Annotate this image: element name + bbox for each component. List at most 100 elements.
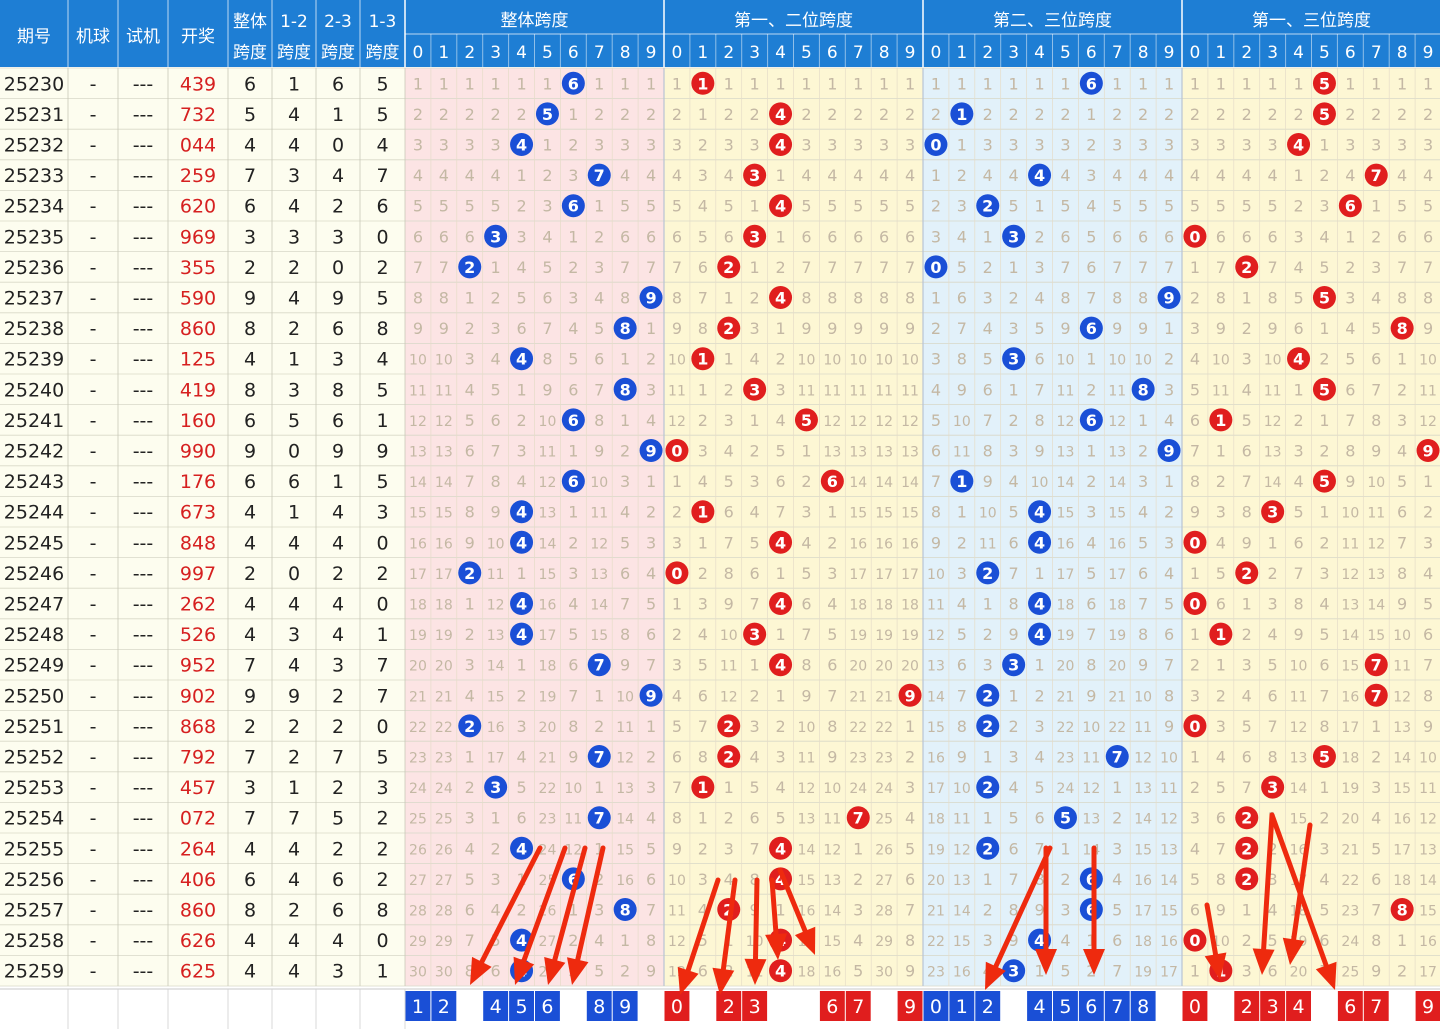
miss-count-overall: 3 [491, 319, 501, 338]
miss-count-overall: 16 [487, 720, 505, 736]
draw-number-cell: 264 [180, 838, 216, 860]
summary-digit-s13: 3 [1267, 996, 1279, 1018]
miss-count-overall: 15 [590, 628, 608, 644]
miss-count-s12: 23 [875, 751, 893, 767]
miss-count-s13: 4 [1216, 748, 1226, 767]
miss-count-s23: 6 [1086, 258, 1096, 277]
miss-count-s13: 4 [1242, 166, 1252, 185]
miss-count-s12: 1 [750, 258, 760, 277]
miss-count-s23: 4 [1060, 166, 1070, 185]
digit-header: 9 [1423, 43, 1434, 63]
miss-count-s23: 17 [1134, 904, 1152, 920]
miss-count-overall: 2 [516, 901, 526, 920]
miss-count-s23: 8 [1138, 625, 1148, 644]
miss-count-overall: 1 [439, 74, 449, 93]
miss-count-overall: 8 [620, 625, 630, 644]
miss-count-s12: 5 [724, 197, 734, 216]
ball-label-overall: 2 [464, 564, 475, 583]
ball-machine-cell: - [90, 288, 97, 310]
span-trend-table: 期号 机球 试机 开奖整体跨度1-2跨度2-3跨度1-3跨度整体跨度0 1 2 3 4 5 6 7 8… [0, 0, 1440, 1029]
ball-label-overall: 3 [490, 227, 501, 246]
miss-count-overall: 5 [413, 197, 423, 216]
ball-label-s12: 9 [904, 686, 915, 705]
miss-count-s13: 2 [1268, 564, 1278, 583]
span12-cell: 6 [288, 471, 300, 493]
span12-cell: 1 [288, 73, 300, 95]
miss-count-s23: 3 [1034, 717, 1044, 736]
miss-count-s13: 4 [1216, 533, 1226, 552]
miss-count-overall: 4 [516, 748, 526, 767]
miss-count-s12: 16 [849, 536, 867, 552]
miss-count-s23: 8 [1138, 289, 1148, 308]
digit-header: 4 [775, 43, 786, 63]
miss-count-s13: 1 [1371, 74, 1381, 93]
miss-count-overall: 19 [435, 628, 453, 644]
miss-count-s12: 16 [875, 536, 893, 552]
digit-header: 2 [723, 43, 734, 63]
miss-count-s13: 7 [1242, 472, 1252, 491]
miss-count-overall: 25 [409, 812, 427, 828]
ball-machine-cell: - [90, 226, 97, 248]
miss-count-s23: 10 [1160, 751, 1178, 767]
miss-count-s23: 2 [983, 258, 993, 277]
test-machine-cell: --- [133, 685, 154, 707]
ball-label-s12: 0 [671, 442, 682, 461]
ball-label-overall: 4 [516, 931, 527, 950]
section-title-s13: 第一、三位跨度 [1252, 11, 1371, 31]
span13-cell: 2 [376, 808, 388, 830]
miss-count-s12: 4 [801, 166, 811, 185]
miss-count-overall: 8 [413, 289, 423, 308]
overall-span-cell: 4 [244, 135, 256, 157]
ball-label-overall: 4 [516, 839, 527, 858]
miss-count-s23: 3 [1138, 472, 1148, 491]
miss-count-overall: 10 [435, 353, 453, 369]
miss-count-s23: 3 [1086, 166, 1096, 185]
miss-count-overall: 3 [594, 136, 604, 155]
test-machine-cell: --- [133, 930, 154, 952]
miss-count-s23: 14 [1057, 475, 1075, 491]
miss-count-s13: 6 [1319, 656, 1329, 675]
miss-count-s12: 1 [775, 686, 785, 705]
miss-count-s12: 4 [827, 166, 837, 185]
draw-number-cell: 990 [180, 441, 216, 463]
ball-machine-cell: - [90, 379, 97, 401]
miss-count-s13: 2 [1371, 748, 1381, 767]
miss-count-s12: 4 [672, 686, 682, 705]
miss-count-s12: 11 [668, 383, 686, 399]
miss-count-s12: 14 [849, 475, 867, 491]
miss-count-s12: 10 [798, 720, 816, 736]
miss-count-overall: 27 [539, 934, 557, 950]
miss-count-s13: 5 [1268, 656, 1278, 675]
digit-header: 0 [413, 43, 424, 63]
miss-count-s13: 9 [1216, 319, 1226, 338]
miss-count-s12: 2 [698, 136, 708, 155]
miss-count-s12: 3 [750, 472, 760, 491]
miss-count-s23: 2 [931, 319, 941, 338]
miss-count-s12: 5 [801, 564, 811, 583]
miss-count-s13: 3 [1293, 227, 1303, 246]
period-cell: 25230 [4, 73, 64, 95]
miss-count-overall: 12 [564, 842, 582, 858]
miss-count-s23: 4 [1112, 166, 1122, 185]
ball-machine-cell: - [90, 777, 97, 799]
span23-cell: 7 [332, 747, 344, 769]
miss-count-s12: 2 [750, 442, 760, 461]
ball-label-s12: 7 [853, 809, 864, 828]
miss-count-s13: 2 [1293, 197, 1303, 216]
miss-count-s23: 14 [927, 689, 945, 705]
miss-count-s23: 7 [1112, 962, 1122, 981]
miss-count-s23: 9 [1034, 901, 1044, 920]
period-cell: 25237 [4, 288, 64, 310]
miss-count-s12: 12 [849, 414, 867, 430]
header-span23-top: 2-3 [324, 12, 352, 32]
miss-count-overall: 7 [568, 686, 578, 705]
miss-count-overall: 1 [516, 380, 526, 399]
miss-count-s23: 4 [1009, 166, 1019, 185]
miss-count-s23: 12 [1108, 414, 1126, 430]
digit-header: 5 [542, 43, 553, 63]
header-draw: 开奖 [181, 27, 215, 47]
miss-count-s13: 13 [1419, 842, 1437, 858]
miss-count-s13: 4 [1371, 289, 1381, 308]
ball-label-overall: 6 [568, 197, 579, 216]
ball-label-s13: 8 [1397, 319, 1408, 338]
